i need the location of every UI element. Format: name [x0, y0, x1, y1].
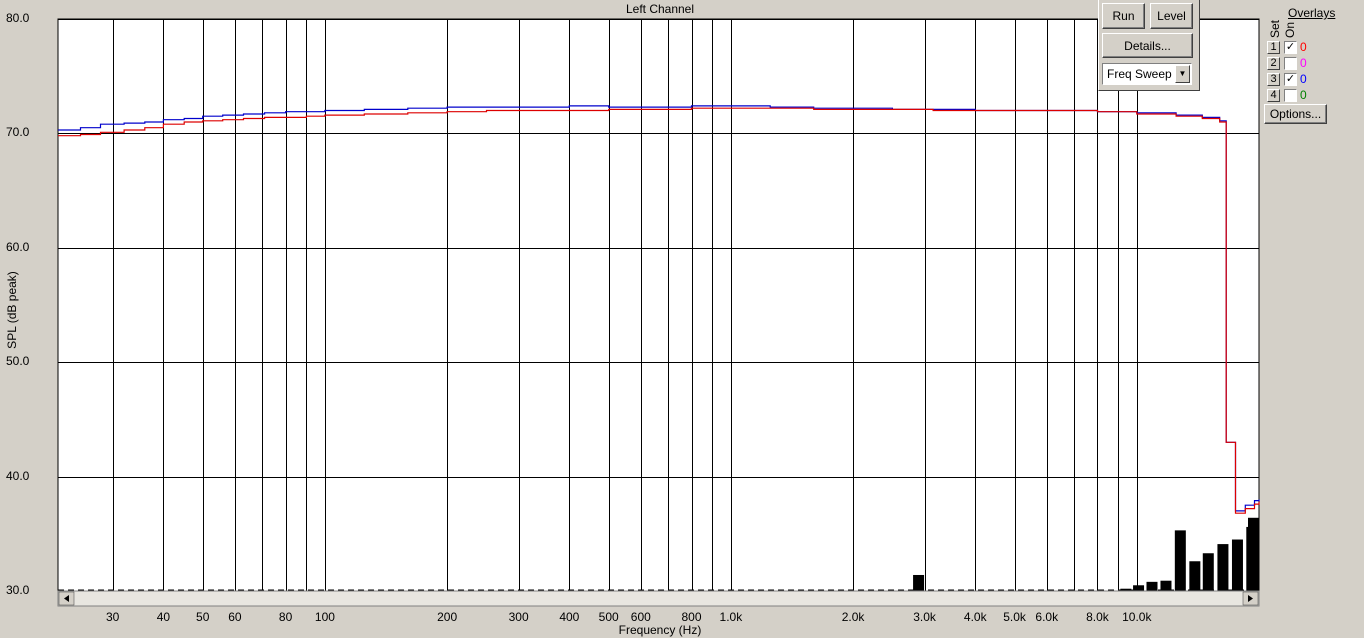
y-tick-label: 70.0 [6, 125, 30, 140]
overlay-value: 0 [1300, 56, 1307, 70]
x-tick-label: 8.0k [1086, 610, 1109, 624]
x-axis-label: Frequency (Hz) [618, 623, 702, 637]
scroll-right-arrow-icon[interactable] [1242, 591, 1259, 606]
noise-bar [1174, 530, 1186, 591]
x-tick-label: 600 [630, 610, 651, 624]
x-tick-label: 800 [681, 610, 702, 624]
noise-bar [1133, 585, 1145, 591]
noise-bar [1248, 517, 1259, 591]
chart-title: Left Channel [625, 2, 695, 16]
noise-bar [1160, 580, 1172, 591]
overlay-on-checkbox[interactable]: ✓ [1284, 41, 1297, 54]
noise-bar [1217, 544, 1229, 591]
x-tick-label: 6.0k [1035, 610, 1059, 624]
overlay-value: 0 [1300, 40, 1307, 54]
overlay-on-checkbox[interactable] [1284, 89, 1297, 102]
overlay-set-button[interactable]: 3 [1267, 73, 1280, 86]
x-tick-label: 80 [278, 610, 293, 624]
chevron-down-icon[interactable]: ▼ [1175, 65, 1190, 83]
noise-bar [1146, 581, 1158, 591]
overlay-value: 0 [1300, 88, 1307, 102]
level-button[interactable]: Level [1150, 3, 1193, 29]
overlay-on-checkbox[interactable] [1284, 57, 1297, 70]
y-tick-label: 60.0 [6, 239, 30, 254]
mode-select-value: Freq Sweep [1107, 67, 1172, 81]
y-tick-label: 50.0 [6, 354, 30, 369]
x-tick-label: 1.0k [719, 610, 743, 624]
x-tick-label: 400 [559, 610, 580, 624]
plot-area [57, 18, 1260, 592]
x-tick-label: 60 [228, 610, 242, 624]
noise-bar [913, 574, 925, 591]
x-tick-label: 100 [314, 610, 335, 624]
overlay-on-checkbox[interactable]: ✓ [1284, 73, 1297, 86]
overlay-set-button[interactable]: 4 [1267, 89, 1280, 102]
noise-bar [1202, 553, 1214, 591]
x-tick-label: 10.0k [1122, 610, 1152, 624]
y-tick-label: 30.0 [6, 583, 30, 597]
run-button[interactable]: Run [1102, 3, 1145, 29]
x-tick-label: 200 [437, 610, 458, 624]
x-tick-label: 30 [105, 610, 120, 624]
overlay-value: 0 [1300, 72, 1307, 86]
scroll-left-arrow-icon[interactable] [58, 591, 75, 606]
horizontal-scrollbar[interactable] [57, 590, 1260, 607]
x-tick-label: 40 [156, 610, 171, 624]
set-column-header: Set [1268, 19, 1282, 38]
y-axis-label: SPL (dB peak) [5, 271, 19, 349]
details-button[interactable]: Details... [1102, 33, 1193, 58]
noise-bar [1231, 539, 1243, 591]
options-button[interactable]: Options... [1264, 104, 1327, 124]
overlay-set-button[interactable]: 1 [1267, 41, 1280, 54]
overlay-set-button[interactable]: 2 [1267, 57, 1280, 70]
spl-chart [57, 18, 1260, 607]
mode-select[interactable]: Freq Sweep ▼ [1102, 63, 1192, 85]
x-tick-label: 300 [508, 610, 529, 624]
overlays-title[interactable]: Overlays [1288, 6, 1335, 20]
noise-bar [1189, 561, 1201, 591]
on-column-header: On [1283, 21, 1297, 38]
x-tick-label: 2.0k [841, 610, 865, 624]
x-tick-label: 3.0k [913, 610, 936, 624]
x-tick-label: 4.0k [963, 610, 987, 624]
y-tick-label: 40.0 [6, 468, 30, 483]
y-tick-label: 80.0 [6, 11, 30, 25]
